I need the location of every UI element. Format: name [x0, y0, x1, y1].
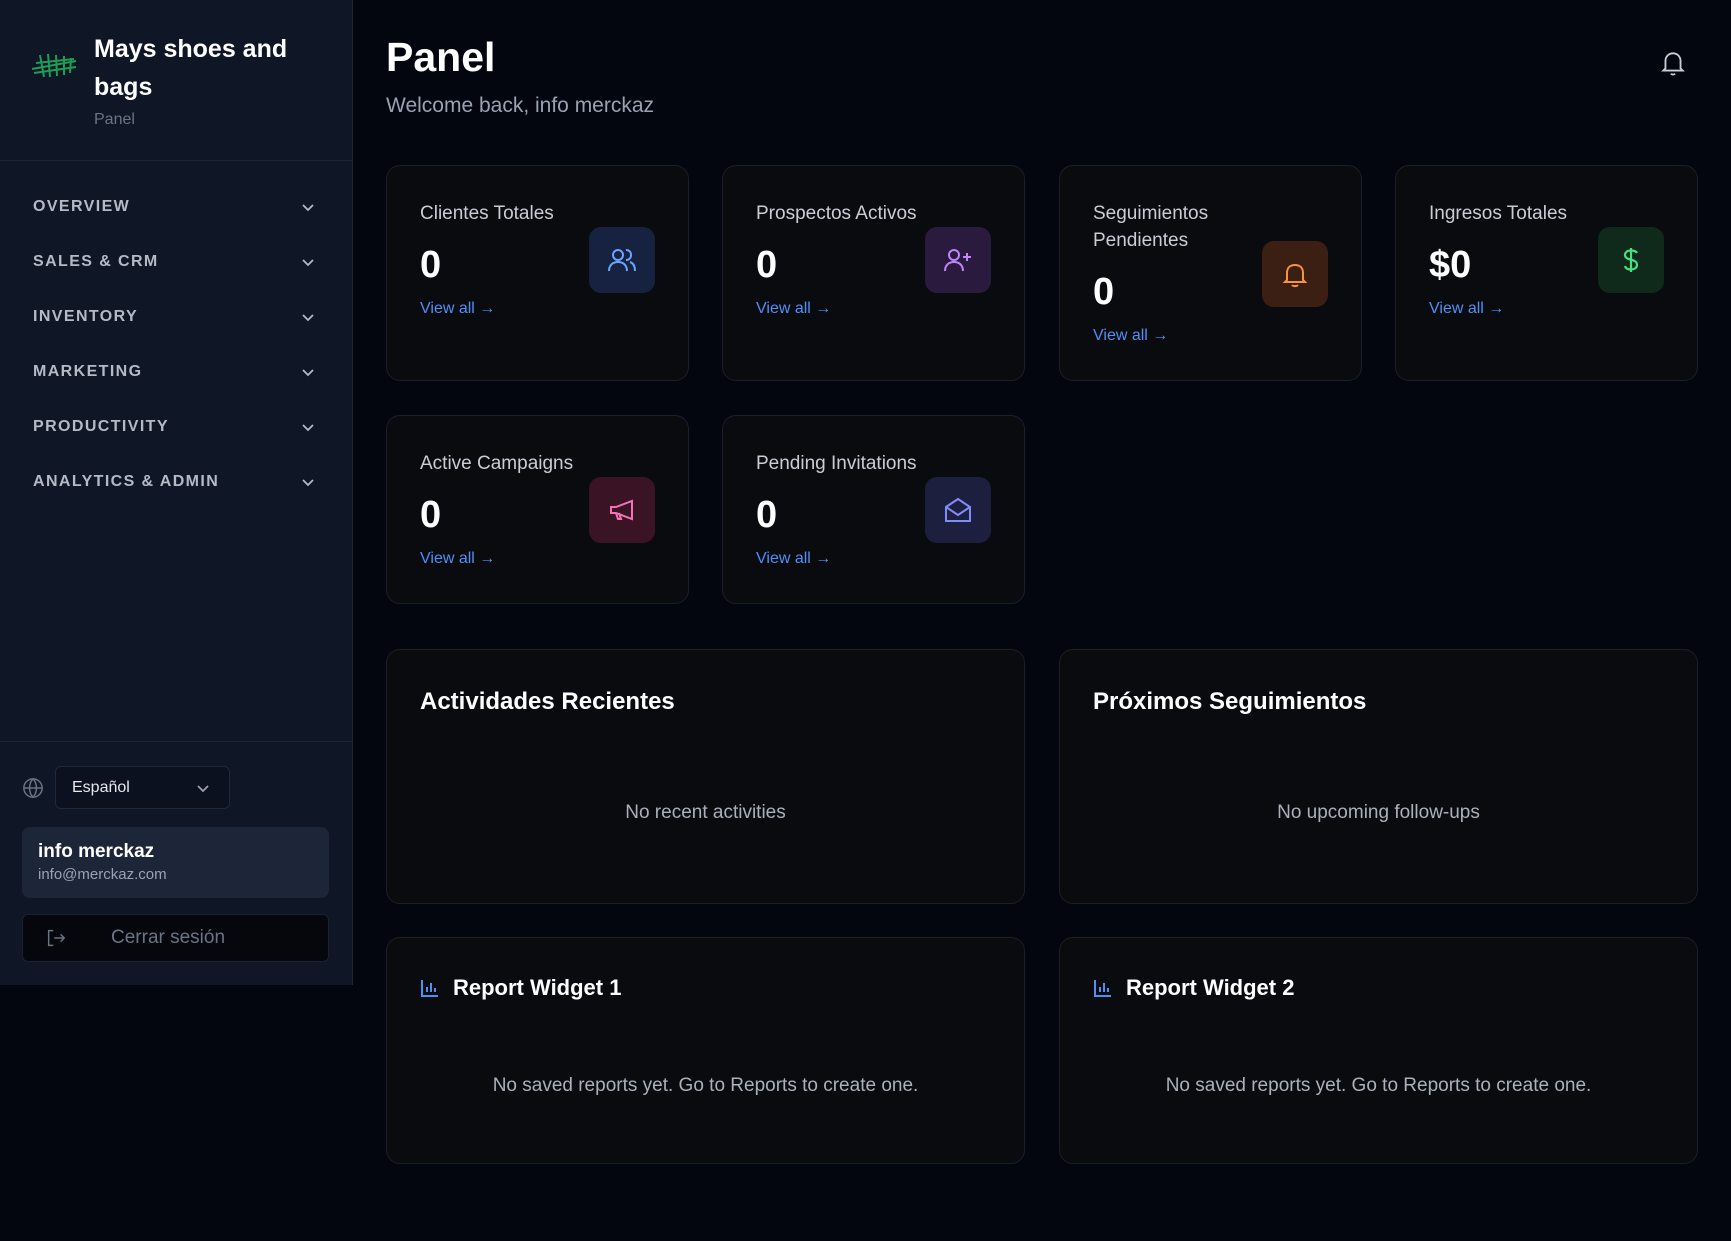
- logout-button[interactable]: Cerrar sesión: [22, 914, 329, 962]
- stat-title: Active Campaigns: [420, 453, 574, 474]
- view-all-link[interactable]: View all →: [756, 550, 831, 568]
- stat-card-invitations: Pending Invitations 0 View all →: [722, 415, 1025, 604]
- nav-label: PRODUCTIVITY: [33, 417, 169, 435]
- stat-title: Ingresos Totales: [1429, 203, 1568, 224]
- chevron-down-icon: [302, 313, 314, 321]
- bar-chart-icon: [1094, 980, 1111, 997]
- stat-card-prospectos: Prospectos Activos 0 View all →: [722, 165, 1025, 381]
- stat-title: Pending Invitations: [756, 453, 917, 474]
- stat-card-ingresos: Ingresos Totales $0 View all →: [1395, 165, 1698, 381]
- language-value: Español: [72, 778, 130, 796]
- sidebar-footer: Español info merckaz info@merckaz.com Ce…: [0, 741, 352, 985]
- notifications-bell-icon[interactable]: [1660, 49, 1686, 77]
- stat-icon-box: [1262, 241, 1328, 307]
- chevron-down-icon: [302, 368, 314, 376]
- stat-icon-box: [589, 227, 655, 293]
- stat-card-clientes: Clientes Totales 0 View all →: [386, 165, 689, 381]
- chevron-down-icon: [302, 478, 314, 486]
- user-email: info@merckaz.com: [38, 866, 167, 883]
- dollar-icon: [1623, 248, 1639, 272]
- nav-item-analytics-admin[interactable]: ANALYTICS & ADMIN: [0, 454, 352, 509]
- user-plus-icon: [944, 249, 971, 272]
- brand-name: Mays shoes and bags: [94, 35, 288, 101]
- stat-title: Prospectos Activos: [756, 203, 917, 224]
- stat-value: 0: [420, 494, 442, 536]
- stat-value: $0: [1429, 244, 1472, 286]
- stat-icon-box: [589, 477, 655, 543]
- user-name: info merckaz: [38, 841, 155, 862]
- stat-title: Clientes Totales: [420, 203, 554, 224]
- bar-chart-icon: [421, 980, 438, 997]
- chevron-down-icon: [197, 784, 209, 792]
- upcoming-followups-panel: Próximos Seguimientos No upcoming follow…: [1059, 649, 1698, 904]
- logout-icon: [47, 929, 66, 947]
- nav-label: INVENTORY: [33, 307, 139, 325]
- nav-item-inventory[interactable]: INVENTORY: [0, 289, 352, 344]
- panel-title: Report Widget 1: [453, 975, 622, 1000]
- globe-icon: [23, 778, 43, 799]
- stat-value: 0: [756, 494, 778, 536]
- users-icon: [608, 249, 636, 272]
- nav-item-marketing[interactable]: MARKETING: [0, 344, 352, 399]
- megaphone-icon: [610, 499, 633, 521]
- nav-label: SALES & CRM: [33, 252, 159, 270]
- stat-card-campaigns: Active Campaigns 0 View all →: [386, 415, 689, 604]
- report-widget-1: Report Widget 1 No saved reports yet. Go…: [386, 937, 1025, 1164]
- bell-icon: [1282, 263, 1308, 288]
- recent-activities-panel: Actividades Recientes No recent activiti…: [386, 649, 1025, 904]
- user-card: info merckaz info@merckaz.com: [22, 827, 329, 898]
- brand-logo-icon: [31, 53, 77, 78]
- view-all-link[interactable]: View all →: [420, 300, 495, 318]
- nav-label: ANALYTICS & ADMIN: [33, 472, 220, 490]
- logout-label: Cerrar sesión: [111, 927, 226, 948]
- nav-item-overview[interactable]: OVERVIEW: [0, 179, 352, 234]
- chevron-down-icon: [302, 258, 314, 266]
- panel-title: Actividades Recientes: [420, 688, 675, 715]
- view-all-link[interactable]: View all →: [756, 300, 831, 318]
- mail-open-icon: [945, 497, 971, 522]
- stat-icon-box: [925, 477, 991, 543]
- page-subtitle: Welcome back, info merckaz: [386, 94, 655, 117]
- chevron-down-icon: [302, 423, 314, 431]
- brand-subtitle: Panel: [94, 111, 135, 128]
- stat-card-seguimientos: Seguimientos Pendientes 0 View all →: [1059, 165, 1362, 381]
- empty-state-text: No saved reports yet. Go to Reports to c…: [1165, 1075, 1592, 1096]
- panel-title: Report Widget 2: [1126, 975, 1295, 1000]
- empty-state-text: No saved reports yet. Go to Reports to c…: [492, 1075, 919, 1096]
- view-all-link[interactable]: View all →: [420, 550, 495, 568]
- empty-state-text: No recent activities: [625, 802, 786, 823]
- stat-value: 0: [1093, 271, 1115, 313]
- brand-header: Mays shoes and bags Panel: [0, 0, 352, 161]
- page-title: Panel: [386, 34, 496, 80]
- stat-title: Seguimientos Pendientes: [1093, 203, 1209, 251]
- nav-item-sales-crm[interactable]: SALES & CRM: [0, 234, 352, 289]
- report-widget-2: Report Widget 2 No saved reports yet. Go…: [1059, 937, 1698, 1164]
- chevron-down-icon: [302, 203, 314, 211]
- stat-icon-box: [925, 227, 991, 293]
- nav-item-productivity[interactable]: PRODUCTIVITY: [0, 399, 352, 454]
- nav-label: MARKETING: [33, 362, 143, 380]
- stat-value: 0: [756, 244, 778, 286]
- nav-label: OVERVIEW: [33, 197, 131, 215]
- language-select[interactable]: Español: [55, 766, 230, 809]
- view-all-link[interactable]: View all →: [1093, 327, 1168, 345]
- stat-icon-box: [1598, 227, 1664, 293]
- stat-value: 0: [420, 244, 442, 286]
- sidebar: Mays shoes and bags Panel OVERVIEW SALES…: [0, 0, 353, 985]
- panel-title: Próximos Seguimientos: [1093, 688, 1367, 715]
- view-all-link[interactable]: View all →: [1429, 300, 1504, 318]
- empty-state-text: No upcoming follow-ups: [1277, 802, 1480, 823]
- sidebar-nav: OVERVIEW SALES & CRM INVENTORY MARKETING…: [0, 161, 352, 509]
